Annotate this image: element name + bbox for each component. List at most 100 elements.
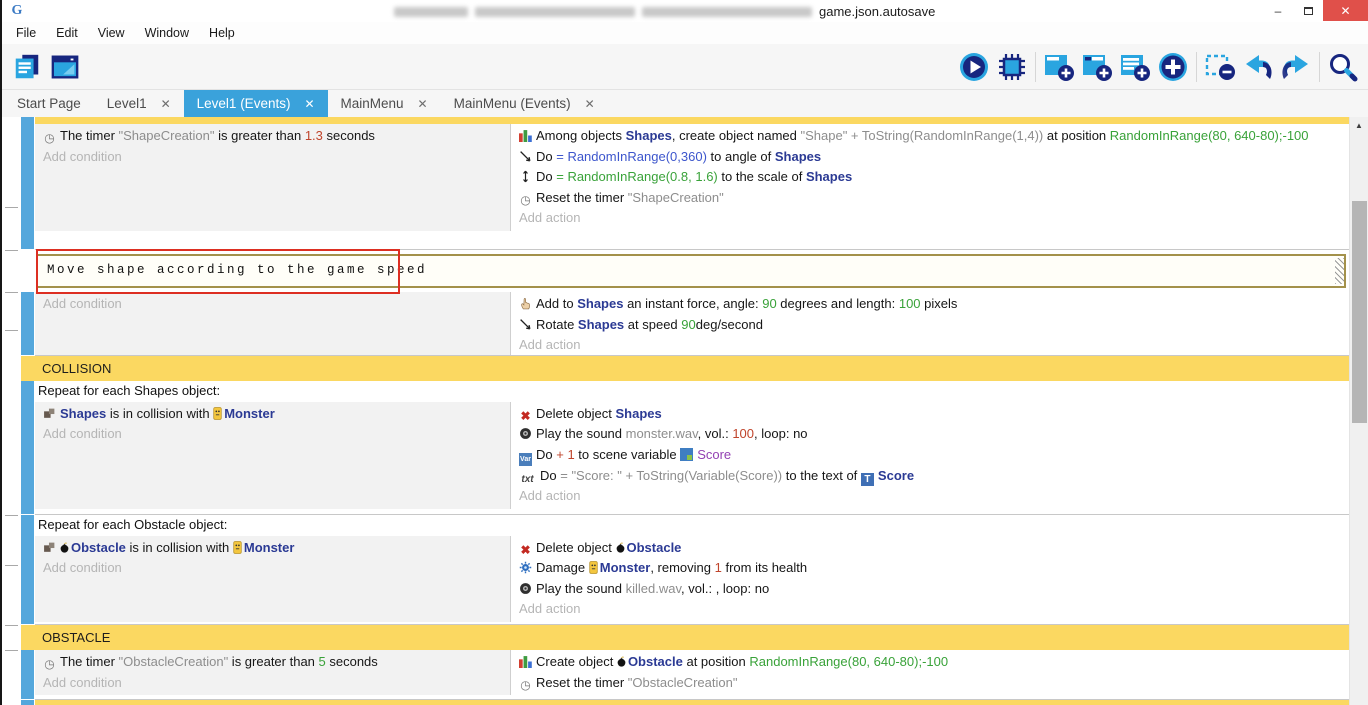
instruction-text-segment: seconds xyxy=(326,654,378,669)
action-line[interactable]: txtDo = "Score: " + ToString(Variable(Sc… xyxy=(519,466,1339,487)
minimize-button[interactable]: – xyxy=(1263,0,1293,21)
add-condition-link[interactable]: Add condition xyxy=(43,424,504,445)
foreach-header[interactable]: Repeat for each Shapes object: xyxy=(35,381,1349,402)
tab-level1-events-[interactable]: Level1 (Events)✕ xyxy=(184,90,328,117)
text-icon: txt xyxy=(519,473,536,486)
condition-line[interactable]: Shapes is in collision with Monster xyxy=(43,404,504,425)
menu-item-help[interactable]: Help xyxy=(199,22,245,44)
comment-text[interactable]: Move shape according to the game speed xyxy=(38,256,1344,277)
preview-play-button[interactable] xyxy=(955,48,993,86)
undo-button[interactable] xyxy=(1239,48,1277,86)
event-handle[interactable] xyxy=(21,292,34,355)
instruction-text-segment: Do xyxy=(536,149,556,164)
add-condition-link[interactable]: Add condition xyxy=(43,558,504,579)
banner-event[interactable]: OBSTACLE xyxy=(21,625,1349,650)
event-handle[interactable] xyxy=(21,124,34,249)
instruction-text-segment: , vol.: xyxy=(698,426,733,441)
condition-line[interactable]: ◷The timer "ShapeCreation" is greater th… xyxy=(43,126,504,147)
maximize-button[interactable] xyxy=(1293,0,1323,21)
gdevelop-app-icon: G xyxy=(9,3,25,19)
add-other-event-button[interactable] xyxy=(1154,48,1192,86)
event-fold-tick xyxy=(5,250,18,251)
action-line[interactable]: Rotate Shapes at speed 90deg/second xyxy=(519,315,1339,336)
add-event-icon xyxy=(1043,51,1075,83)
comment-event[interactable]: Move shape according to the game speed xyxy=(21,250,1349,292)
menu-item-file[interactable]: File xyxy=(6,22,46,44)
scrollbar-thumb[interactable] xyxy=(1352,201,1367,423)
event-row: Add condition Add to Shapes an instant fo… xyxy=(21,292,1349,356)
tab-start-page[interactable]: Start Page xyxy=(4,90,94,117)
instruction-text-segment: Monster xyxy=(224,406,275,421)
action-line[interactable]: Add to Shapes an instant force, angle: 9… xyxy=(519,294,1339,315)
event-handle[interactable] xyxy=(21,381,34,514)
tab-level1[interactable]: Level1 ✕ xyxy=(94,90,184,117)
action-line[interactable]: Do = RandomInRange(0,360) to angle of Sh… xyxy=(519,147,1339,168)
condition-line[interactable]: ◷The timer "ObstacleCreation" is greater… xyxy=(43,652,504,673)
delete-event-button[interactable] xyxy=(1201,48,1239,86)
close-button[interactable]: ✕ xyxy=(1323,0,1368,21)
add-event-button[interactable] xyxy=(1040,48,1078,86)
tab-close-icon[interactable]: ✕ xyxy=(304,97,314,111)
scrollbar-up-arrow[interactable]: ▲ xyxy=(1350,117,1368,134)
action-line[interactable]: ◷Reset the timer "ObstacleCreation" xyxy=(519,673,1339,694)
undo-icon xyxy=(1242,51,1274,83)
banner-event[interactable]: COLLISION xyxy=(21,356,1349,381)
add-action-link[interactable]: Add action xyxy=(519,486,1339,507)
tab-label: Level1 xyxy=(107,96,147,111)
instruction-text-segment: Play the sound xyxy=(536,426,626,441)
action-line[interactable]: Play the sound killed.wav, vol.: , loop:… xyxy=(519,579,1339,600)
instruction-text-segment: Monster xyxy=(600,560,651,575)
scene-editor-button[interactable] xyxy=(46,48,84,86)
menu-item-view[interactable]: View xyxy=(88,22,135,44)
event-row: Repeat for each Shapes object:Shapes is … xyxy=(21,381,1349,515)
add-condition-link[interactable]: Add condition xyxy=(43,673,504,694)
action-line[interactable]: Create object Obstacle at position Rando… xyxy=(519,652,1339,673)
action-line[interactable]: ✖Delete object Shapes xyxy=(519,404,1339,425)
instruction-text-segment: to the text of xyxy=(782,468,861,483)
event-handle[interactable] xyxy=(21,117,34,124)
instruction-text-segment: Shapes xyxy=(578,317,624,332)
action-line[interactable]: Play the sound monster.wav, vol.: 100, l… xyxy=(519,424,1339,445)
redo-icon xyxy=(1280,51,1312,83)
project-manager-button[interactable] xyxy=(8,48,46,86)
debugger-button[interactable] xyxy=(993,48,1031,86)
collision-icon xyxy=(43,541,56,554)
vertical-scrollbar[interactable]: ▲ xyxy=(1349,117,1368,705)
action-line[interactable]: ◷Reset the timer "ShapeCreation" xyxy=(519,188,1339,209)
action-line[interactable]: Do = RandomInRange(0.8, 1.6) to the scal… xyxy=(519,167,1339,188)
tab-close-icon[interactable]: ✕ xyxy=(161,97,171,111)
search-button[interactable] xyxy=(1324,48,1362,86)
action-line[interactable]: Among objects Shapes, create object name… xyxy=(519,126,1339,147)
timer-icon: ◷ xyxy=(519,679,532,692)
tab-mainmenu[interactable]: MainMenu✕ xyxy=(328,90,441,117)
add-condition-link[interactable]: Add condition xyxy=(43,147,504,168)
add-action-link[interactable]: Add action xyxy=(519,599,1339,620)
tab-mainmenu-events-[interactable]: MainMenu (Events)✕ xyxy=(441,90,608,117)
menu-item-edit[interactable]: Edit xyxy=(46,22,88,44)
event-handle[interactable] xyxy=(21,515,34,624)
tab-close-icon[interactable]: ✕ xyxy=(418,97,428,111)
event-row: ◷The timer "ShapeCreation" is greater th… xyxy=(21,124,1349,250)
add-action-link[interactable]: Add action xyxy=(519,335,1339,356)
event-handle[interactable] xyxy=(21,650,34,699)
add-condition-link[interactable]: Add condition xyxy=(43,294,504,315)
tab-close-icon[interactable]: ✕ xyxy=(585,97,595,111)
comment-resize-handle[interactable] xyxy=(1335,258,1344,284)
force-icon xyxy=(519,297,532,310)
condition-line[interactable]: Obstacle is in collision with Monster xyxy=(43,538,504,559)
menu-item-window[interactable]: Window xyxy=(135,22,199,44)
comment-edit-box[interactable]: Move shape according to the game speed xyxy=(36,254,1346,288)
event-handle[interactable] xyxy=(21,700,34,705)
action-line[interactable]: VarDo + 1 to scene variable Score xyxy=(519,445,1339,466)
action-line[interactable]: Damage Monster, removing 1 from its heal… xyxy=(519,558,1339,579)
add-subevent-button[interactable] xyxy=(1078,48,1116,86)
add-comment-button[interactable] xyxy=(1116,48,1154,86)
foreach-header[interactable]: Repeat for each Obstacle object: xyxy=(35,515,1349,536)
action-line[interactable]: ✖Delete object Obstacle xyxy=(519,538,1339,559)
toolbar xyxy=(2,44,1368,90)
scale-icon xyxy=(519,170,532,183)
add-action-link[interactable]: Add action xyxy=(519,208,1339,229)
monster-icon xyxy=(233,541,242,554)
instruction-text-segment: RandomInRange(80, 640-80);-100 xyxy=(749,654,948,669)
redo-button[interactable] xyxy=(1277,48,1315,86)
